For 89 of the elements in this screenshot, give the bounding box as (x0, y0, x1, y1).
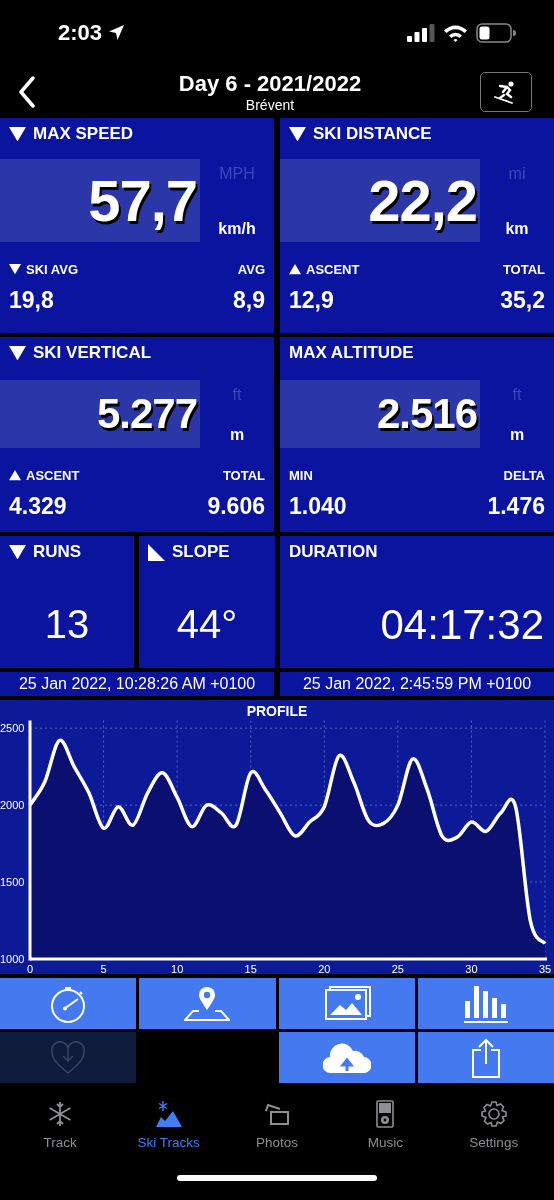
x-tick-label: 20 (318, 963, 331, 974)
chart-title: PROFILE (246, 703, 308, 720)
sub-label: ASCENT (26, 468, 80, 483)
y-tick-label: 2000 (0, 799, 25, 812)
signal-icon (407, 23, 435, 42)
y-tick-label: 1500 (0, 876, 25, 889)
stat-label: SKI VERTICAL (33, 343, 152, 363)
photos-icon (263, 1102, 290, 1126)
stat-label: SLOPE (172, 542, 230, 562)
sub-value: 9.606 (207, 493, 265, 520)
tab[interactable]: Photos (226, 1095, 327, 1155)
stat-label: MAX SPEED (33, 124, 134, 144)
x-tick-label: 35 (538, 963, 552, 974)
music-player-icon (376, 1100, 395, 1128)
unit-label: km/h (218, 220, 256, 238)
sub-label: DELTA (503, 468, 545, 483)
status-time: 2:03 (58, 19, 103, 46)
bar-chart-icon (462, 983, 509, 1024)
share-icon (470, 1037, 501, 1078)
cloud-upload-icon (322, 1042, 371, 1073)
down-triangle-icon (9, 264, 21, 275)
sub-value: 8,9 (233, 287, 265, 314)
settings-icon (479, 1100, 508, 1128)
up-triangle-icon (9, 470, 21, 481)
sub-label: AVG (237, 262, 265, 277)
y-tick-label: 2500 (0, 722, 25, 735)
battery-icon (476, 22, 516, 43)
timestamp: 25 Jan 2022, 2:45:59 PM +0100 (280, 672, 554, 696)
unit-label: m (229, 426, 245, 444)
stat-label: SKI DISTANCE (313, 124, 432, 144)
sub-value: 4.329 (9, 493, 67, 520)
sub-label: TOTAL (222, 468, 265, 483)
down-triangle-icon (9, 544, 26, 560)
back-chevron-icon (18, 75, 36, 108)
share-button[interactable] (417, 1032, 554, 1083)
x-tick-label: 10 (171, 963, 184, 974)
sub-label: ASCENT (306, 262, 360, 277)
x-tick-label: 30 (465, 963, 478, 974)
page-subtitle: Brévent (245, 96, 295, 113)
map-button[interactable] (139, 978, 276, 1029)
unit-label: km (505, 220, 529, 238)
location-arrow-icon (108, 24, 126, 41)
map-pin-icon (184, 985, 231, 1022)
down-triangle-icon (289, 126, 306, 142)
sub-value: 19,8 (9, 287, 54, 314)
stat-value: 5.277 (0, 380, 200, 448)
y-tick-label: 1000 (0, 953, 25, 965)
sub-label: TOTAL (502, 262, 545, 277)
wifi-icon (443, 23, 468, 42)
tab[interactable]: Ski Tracks (118, 1095, 219, 1155)
bars-button[interactable] (417, 978, 554, 1029)
unit-label: m (509, 426, 525, 444)
stat-value: 22,2 (280, 159, 480, 242)
snowflake-icon (47, 1101, 74, 1127)
tab[interactable]: Music (335, 1095, 436, 1155)
stat-value: 13 (43, 601, 91, 648)
down-triangle-icon (9, 126, 26, 142)
stat-value: 2.516 (280, 380, 480, 448)
down-triangle-icon (9, 345, 26, 361)
sub-value: 1.476 (487, 493, 545, 520)
slope-icon (148, 543, 165, 561)
stopwatch-icon (49, 984, 88, 1023)
upload-button[interactable] (278, 1032, 415, 1083)
sub-label: SKI AVG (26, 262, 78, 277)
photos-icon (322, 985, 371, 1022)
sub-value: 1.040 (289, 493, 347, 520)
x-tick-label: 0 (26, 963, 34, 974)
page-title: Day 6 - 2021/2022 (178, 70, 362, 97)
stopwatch-button[interactable] (0, 978, 137, 1029)
x-tick-label: 25 (391, 963, 404, 974)
sub-value: 12,9 (289, 287, 334, 314)
stat-value: 57,7 (0, 159, 200, 242)
skier-button[interactable] (480, 71, 532, 112)
up-triangle-icon (289, 264, 301, 275)
stat-label: RUNS (33, 542, 82, 562)
tab[interactable]: Settings (443, 1095, 544, 1155)
sub-value: 35,2 (500, 287, 545, 314)
heart-icon (50, 1040, 87, 1075)
snowy-mountain-icon (154, 1100, 183, 1128)
stat-label: MAX ALTITUDE (289, 343, 414, 363)
photos-button[interactable] (278, 978, 415, 1029)
stat-value: 44° (175, 601, 239, 648)
timestamp: 25 Jan 2022, 10:28:26 AM +0100 (0, 672, 274, 696)
tab[interactable]: Track (10, 1095, 111, 1155)
x-tick-label: 15 (244, 963, 257, 974)
sub-label: MIN (289, 468, 313, 483)
stat-label: DURATION (289, 542, 378, 562)
stat-value: 04:17:32 (379, 599, 545, 650)
x-tick-label: 5 (100, 963, 107, 974)
